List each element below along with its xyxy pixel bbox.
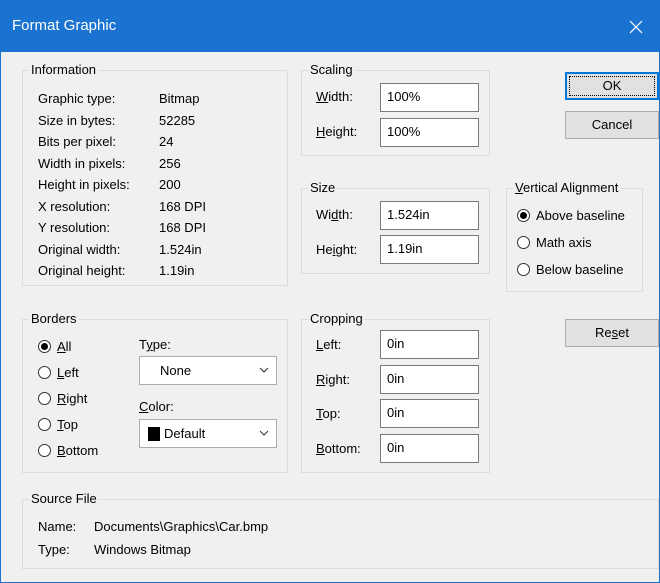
radio-math-axis[interactable]: Math axis bbox=[517, 235, 637, 251]
radio-border-all[interactable]: All bbox=[38, 339, 118, 355]
info-value: Bitmap bbox=[159, 91, 200, 106]
information-legend: Information bbox=[29, 62, 99, 78]
info-label: X resolution: bbox=[38, 198, 111, 214]
crop-right-label: Right: bbox=[316, 372, 350, 387]
crop-top-input[interactable]: 0in bbox=[380, 399, 479, 428]
crop-right-input[interactable]: 0in bbox=[380, 365, 479, 394]
title-bar[interactable]: Format Graphic bbox=[1, 1, 659, 52]
crop-bottom-label: Bottom: bbox=[316, 441, 361, 456]
size-legend: Size bbox=[308, 180, 338, 196]
radio-circle[interactable] bbox=[38, 366, 51, 379]
border-type-dropdown[interactable]: None bbox=[139, 356, 277, 385]
size-height-label: Height: bbox=[316, 242, 358, 257]
info-label: Original width: bbox=[38, 241, 121, 257]
cropping-legend: Cropping bbox=[308, 311, 365, 327]
scaling-width-label: Width: bbox=[316, 89, 353, 104]
radio-circle[interactable] bbox=[517, 263, 530, 276]
radio-circle[interactable] bbox=[517, 209, 530, 222]
border-color-dropdown[interactable]: Default bbox=[139, 419, 277, 448]
border-color-value: Default bbox=[164, 426, 206, 441]
scaling-legend: Scaling bbox=[308, 62, 355, 78]
radio-below-baseline[interactable]: Below baseline bbox=[517, 262, 637, 278]
window-title: Format Graphic bbox=[12, 17, 117, 34]
info-value: 1.524in bbox=[159, 241, 202, 257]
ok-button[interactable]: OK bbox=[565, 72, 659, 100]
vertical-alignment-legend: Vertical Alignment bbox=[513, 180, 621, 196]
reset-button[interactable]: Reset bbox=[565, 319, 659, 347]
radio-border-top[interactable]: Top bbox=[38, 417, 118, 433]
close-button[interactable] bbox=[613, 1, 659, 52]
scaling-height-label: Height: bbox=[316, 124, 358, 139]
info-label: Bits per pixel: bbox=[38, 134, 117, 149]
radio-label: Bottom bbox=[57, 443, 99, 458]
radio-border-bottom[interactable]: Bottom bbox=[38, 443, 118, 459]
borders-legend: Borders bbox=[29, 311, 79, 327]
crop-left-input[interactable]: 0in bbox=[380, 330, 479, 359]
radio-label: Below baseline bbox=[536, 262, 624, 277]
radio-circle[interactable] bbox=[517, 236, 530, 249]
radio-label: Left bbox=[57, 365, 79, 380]
radio-border-left[interactable]: Left bbox=[38, 365, 118, 381]
cancel-button[interactable]: Cancel bbox=[565, 111, 659, 139]
radio-circle[interactable] bbox=[38, 444, 51, 457]
radio-label: All bbox=[57, 339, 72, 354]
radio-label: Math axis bbox=[536, 235, 592, 250]
chevron-down-icon bbox=[259, 357, 269, 393]
close-icon bbox=[629, 20, 643, 33]
border-type-value: None bbox=[160, 363, 192, 378]
crop-top-label: Top: bbox=[316, 406, 341, 421]
chevron-down-icon bbox=[259, 420, 269, 456]
info-value: 24 bbox=[159, 134, 174, 149]
info-label: Height in pixels: bbox=[38, 177, 130, 192]
scaling-height-input[interactable]: 100% bbox=[380, 118, 479, 147]
info-label: Graphic type: bbox=[38, 91, 116, 106]
radio-label: Right bbox=[57, 391, 88, 406]
border-color-label: Color: bbox=[139, 399, 174, 414]
radio-above-baseline[interactable]: Above baseline bbox=[517, 208, 637, 224]
info-label: Size in bytes: bbox=[38, 112, 116, 128]
source-type-value: Windows Bitmap bbox=[94, 542, 191, 557]
color-swatch bbox=[148, 427, 160, 441]
crop-left-label: Left: bbox=[316, 337, 342, 352]
info-label: Y resolution: bbox=[38, 220, 111, 235]
source-file-legend: Source File bbox=[29, 491, 99, 507]
radio-circle[interactable] bbox=[38, 392, 51, 405]
info-label: Original height: bbox=[38, 263, 126, 278]
size-width-label: Width: bbox=[316, 207, 353, 222]
size-height-input[interactable]: 1.19in bbox=[380, 235, 479, 264]
scaling-width-input[interactable]: 100% bbox=[380, 83, 479, 112]
source-name-label: Name: bbox=[38, 519, 77, 534]
radio-label: Above baseline bbox=[536, 208, 625, 223]
info-value: 168 DPI bbox=[159, 220, 206, 235]
source-name-value: Documents\Graphics\Car.bmp bbox=[94, 519, 269, 534]
source-type-label: Type: bbox=[38, 542, 70, 557]
format-graphic-dialog: Format Graphic Information Graphic type:… bbox=[0, 0, 660, 583]
radio-label: Top bbox=[57, 417, 78, 432]
info-value: 1.19in bbox=[159, 263, 195, 278]
size-width-input[interactable]: 1.524in bbox=[380, 201, 479, 230]
info-label: Width in pixels: bbox=[38, 155, 126, 171]
radio-circle[interactable] bbox=[38, 340, 51, 353]
border-type-label: Type: bbox=[139, 337, 171, 352]
radio-border-right[interactable]: Right bbox=[38, 391, 118, 407]
info-value: 168 DPI bbox=[159, 198, 206, 214]
info-value: 256 bbox=[159, 155, 181, 171]
info-value: 200 bbox=[159, 177, 181, 192]
crop-bottom-input[interactable]: 0in bbox=[380, 434, 479, 463]
info-value: 52285 bbox=[159, 112, 196, 128]
radio-circle[interactable] bbox=[38, 418, 51, 431]
